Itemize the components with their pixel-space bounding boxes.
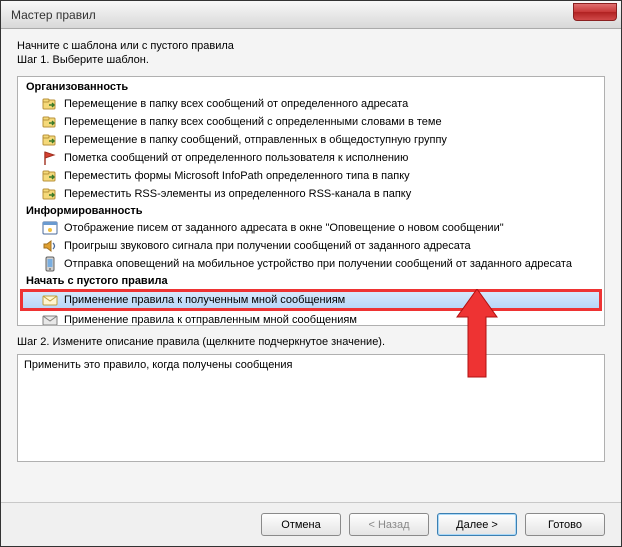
list-item-label: Применение правила к полученным мной соо… — [64, 294, 345, 306]
list-item[interactable]: Пометка сообщений от определенного польз… — [20, 149, 602, 167]
group-header-blank: Начать с пустого правила — [20, 273, 602, 289]
list-item[interactable]: Применение правила к отправленным мной с… — [20, 311, 602, 326]
list-item-selected[interactable]: Применение правила к полученным мной соо… — [20, 289, 602, 311]
list-item[interactable]: Переместить формы Microsoft InfoPath опр… — [20, 167, 602, 185]
list-item-label: Отправка оповещений на мобильное устройс… — [64, 258, 572, 270]
list-item-label: Переместить формы Microsoft InfoPath опр… — [64, 170, 410, 182]
folder-move-icon — [42, 96, 58, 112]
rule-description-text: Применить это правило, когда получены со… — [24, 359, 598, 371]
intro-text: Начните с шаблона или с пустого правила … — [17, 39, 605, 68]
list-item-label: Применение правила к отправленным мной с… — [64, 314, 357, 326]
close-button[interactable] — [573, 3, 617, 21]
template-list[interactable]: Организованность Перемещение в папку все… — [17, 76, 605, 326]
folder-move-icon — [42, 132, 58, 148]
folder-move-icon — [42, 186, 58, 202]
list-item[interactable]: Перемещение в папку сообщений, отправлен… — [20, 131, 602, 149]
flag-icon — [42, 150, 58, 166]
intro-line2: Шаг 1. Выберите шаблон. — [17, 53, 605, 67]
list-item-label: Перемещение в папку сообщений, отправлен… — [64, 134, 447, 146]
list-item-label: Перемещение в папку всех сообщений с опр… — [64, 116, 442, 128]
button-row: Отмена < Назад Далее > Готово — [1, 502, 621, 546]
mail-in-icon — [42, 292, 58, 308]
titlebar: Мастер правил — [1, 1, 621, 29]
list-item[interactable]: Переместить RSS-элементы из определенног… — [20, 185, 602, 203]
list-item-label: Проигрыш звукового сигнала при получении… — [64, 240, 471, 252]
dialog-content: Начните с шаблона или с пустого правила … — [1, 29, 621, 502]
list-item[interactable]: Перемещение в папку всех сообщений от оп… — [20, 95, 602, 113]
alert-window-icon — [42, 220, 58, 236]
mail-out-icon — [42, 312, 58, 326]
step2-label: Шаг 2. Измените описание правила (щелкни… — [17, 336, 605, 348]
list-item[interactable]: Перемещение в папку всех сообщений с опр… — [20, 113, 602, 131]
list-item-label: Пометка сообщений от определенного польз… — [64, 152, 408, 164]
dialog-window: Мастер правил Начните с шаблона или с пу… — [1, 1, 621, 546]
folder-move-icon — [42, 114, 58, 130]
finish-button[interactable]: Готово — [525, 513, 605, 536]
group-header-inform: Информированность — [20, 203, 602, 219]
list-item-label: Перемещение в папку всех сообщений от оп… — [64, 98, 408, 110]
mobile-icon — [42, 256, 58, 272]
group-header-organization: Организованность — [20, 79, 602, 95]
list-item-label: Отображение писем от заданного адресата … — [64, 222, 504, 234]
intro-line1: Начните с шаблона или с пустого правила — [17, 39, 605, 53]
back-button[interactable]: < Назад — [349, 513, 429, 536]
list-item[interactable]: Отображение писем от заданного адресата … — [20, 219, 602, 237]
sound-icon — [42, 238, 58, 254]
next-button[interactable]: Далее > — [437, 513, 517, 536]
list-item[interactable]: Отправка оповещений на мобильное устройс… — [20, 255, 602, 273]
rule-description-panel[interactable]: Применить это правило, когда получены со… — [17, 354, 605, 462]
folder-move-icon — [42, 168, 58, 184]
list-item-label: Переместить RSS-элементы из определенног… — [64, 188, 411, 200]
list-item[interactable]: Проигрыш звукового сигнала при получении… — [20, 237, 602, 255]
cancel-button[interactable]: Отмена — [261, 513, 341, 536]
window-title: Мастер правил — [11, 8, 96, 22]
